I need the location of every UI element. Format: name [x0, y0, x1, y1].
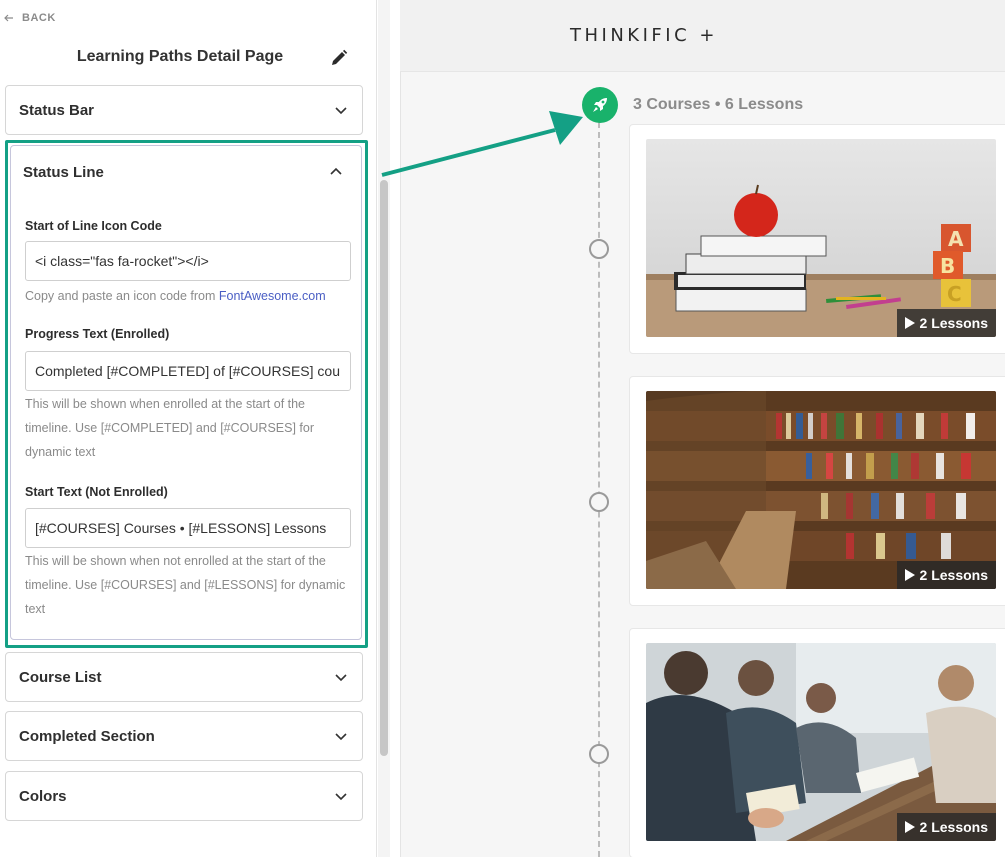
svg-text:B: B [940, 254, 955, 278]
lessons-badge: 2 Lessons [896, 561, 996, 589]
lessons-count: 2 Lessons [919, 567, 988, 583]
icon-code-help: Copy and paste an icon code from FontAwe… [25, 284, 355, 308]
course-image[interactable]: A B C 2 Lessons [646, 139, 996, 337]
back-link[interactable]: BACK [4, 12, 56, 24]
svg-text:C: C [947, 282, 962, 306]
timeline-node [589, 492, 609, 512]
timeline-start-text: 3 Courses • 6 Lessons [633, 96, 804, 113]
sidebar-divider [376, 0, 377, 857]
panel-label: Status Line [23, 163, 104, 181]
play-icon [904, 569, 915, 581]
lessons-count: 2 Lessons [919, 315, 988, 331]
play-icon [904, 317, 915, 329]
rocket-icon [593, 98, 607, 112]
progress-text-label: Progress Text (Enrolled) [25, 327, 170, 341]
progress-text-input[interactable]: Completed [#COMPLETED] of [#COURSES] cou [25, 351, 351, 391]
course-image[interactable]: 2 Lessons [646, 643, 996, 841]
start-text-label: Start Text (Not Enrolled) [25, 485, 168, 499]
chevron-down-icon[interactable] [334, 729, 348, 743]
start-text-input[interactable]: [#COURSES] Courses • [#LESSONS] Lessons [25, 508, 351, 548]
settings-sidebar: BACK Learning Paths Detail Page Status B… [0, 0, 378, 857]
panel-status-line-header[interactable]: Status Line [11, 146, 361, 198]
timeline-start-badge [582, 87, 618, 123]
lessons-badge: 2 Lessons [896, 309, 996, 337]
site-logo[interactable]: THINKIFIC + [570, 25, 718, 46]
chevron-up-icon[interactable] [329, 165, 343, 179]
chevron-down-icon[interactable] [334, 670, 348, 684]
timeline-node [589, 239, 609, 259]
course-card[interactable]: 2 Lessons [629, 628, 1005, 857]
icon-code-input[interactable]: <i class="fas fa-rocket"></i> [25, 241, 351, 281]
svg-text:A: A [948, 227, 964, 251]
icon-code-label: Start of Line Icon Code [25, 219, 162, 233]
scrollbar-thumb[interactable] [380, 180, 388, 756]
panel-completed-section[interactable]: Completed Section [5, 711, 363, 761]
arrow-left-icon [4, 14, 13, 22]
panel-label: Status Bar [19, 101, 95, 119]
panel-label: Completed Section [19, 727, 155, 745]
lessons-count: 2 Lessons [919, 819, 988, 835]
panel-course-list[interactable]: Course List [5, 652, 363, 702]
icon-help-text: Copy and paste an icon code from [25, 289, 219, 303]
page-title: Learning Paths Detail Page [76, 48, 284, 65]
panel-label: Colors [19, 787, 67, 805]
panel-label: Course List [19, 668, 102, 686]
fontawesome-link[interactable]: FontAwesome.com [219, 289, 326, 303]
start-text-help: This will be shown when not enrolled at … [25, 554, 346, 616]
timeline-node [589, 744, 609, 764]
course-card[interactable]: A B C 2 Lessons [629, 124, 1005, 354]
course-card[interactable]: 2 Lessons [629, 376, 1005, 606]
progress-text-help: This will be shown when enrolled at the … [25, 397, 314, 459]
chevron-down-icon[interactable] [334, 103, 348, 117]
back-label: BACK [22, 12, 56, 24]
lessons-badge: 2 Lessons [896, 813, 996, 841]
play-icon [904, 821, 915, 833]
course-image[interactable]: 2 Lessons [646, 391, 996, 589]
panel-status-bar[interactable]: Status Bar [5, 85, 363, 135]
chevron-down-icon[interactable] [334, 789, 348, 803]
panel-status-line: Status Line Start of Line Icon Code <i c… [5, 140, 368, 648]
panel-colors[interactable]: Colors [5, 771, 363, 821]
pencil-icon[interactable] [330, 49, 348, 67]
